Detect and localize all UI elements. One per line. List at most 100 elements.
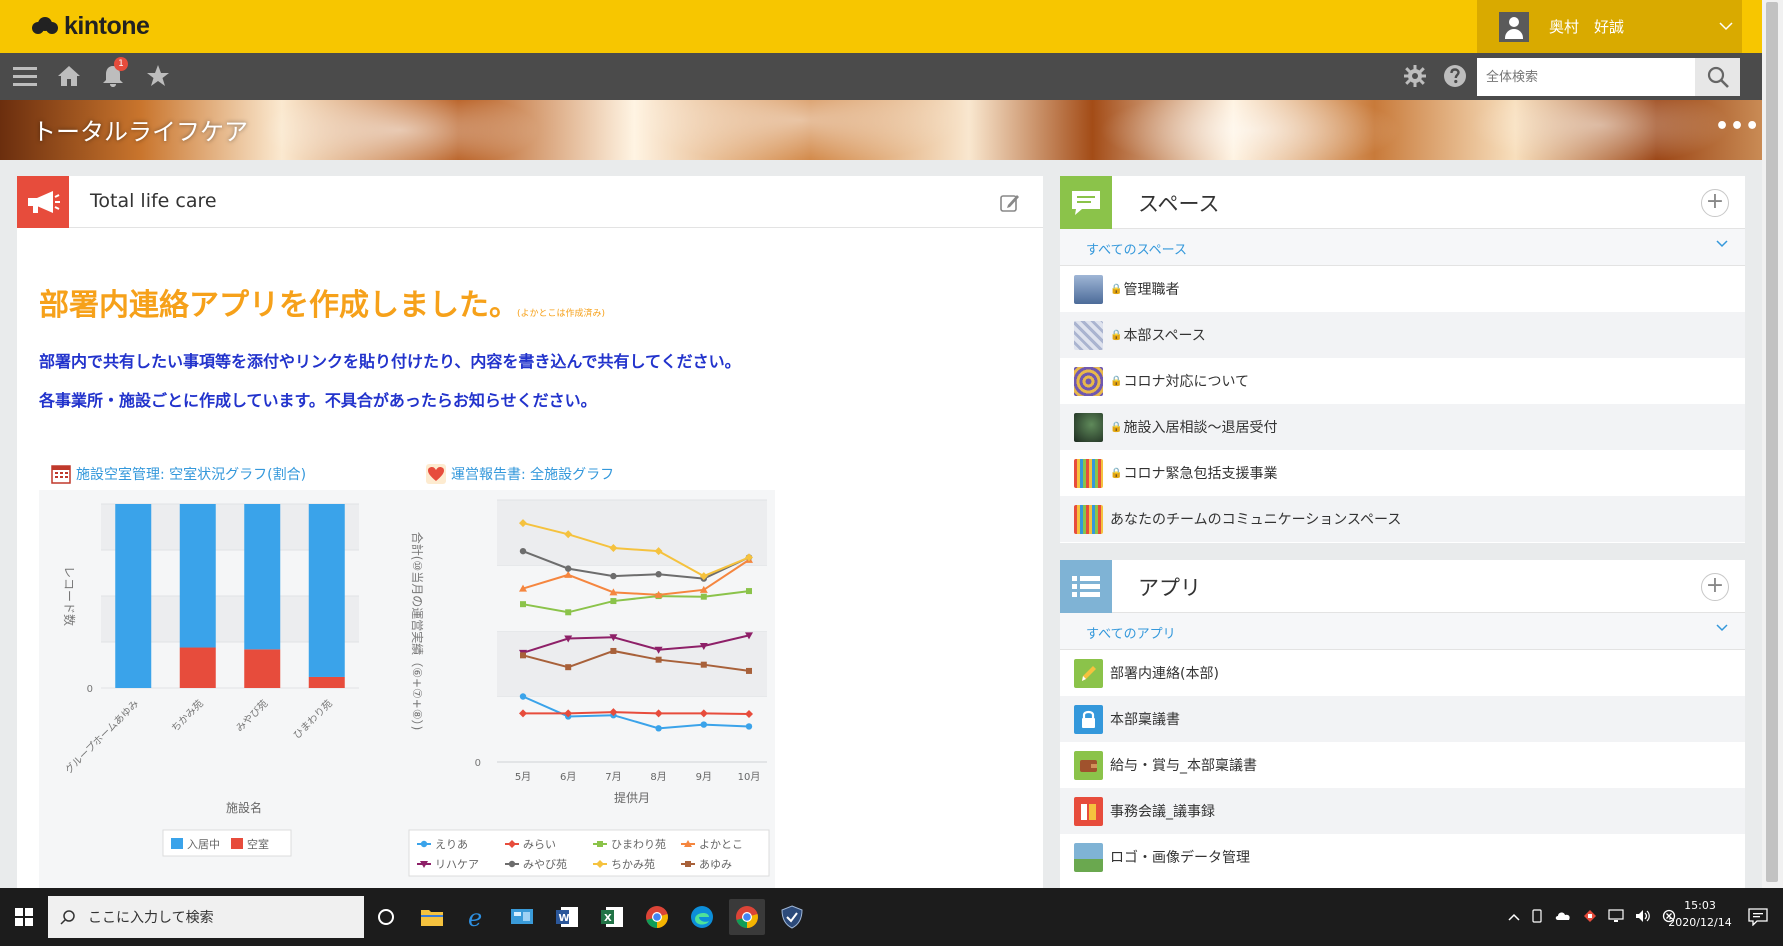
app-item[interactable]: 給与・賞与_本部稟議書	[1060, 742, 1745, 788]
space-title: トータルライフケア	[32, 118, 248, 146]
y-tick-label: 0	[87, 684, 93, 695]
y-axis-label: 合計(⑩当月の運営実績（⑥+⑦+⑧）)	[410, 532, 425, 731]
space-item[interactable]: あなたのチームのコミュニケーションスペース	[1060, 496, 1745, 542]
app-item-label: 給与・賞与_本部稟議書	[1110, 758, 1257, 774]
svg-text:e: e	[468, 905, 482, 929]
network-icon[interactable]	[1608, 908, 1624, 926]
space-options-button[interactable]: •••	[1715, 114, 1760, 139]
x-tick-label: 10月	[738, 771, 761, 783]
page: kintone 奥村 好誠 1 全体検索 トータルライフケア ••• Total…	[0, 0, 1783, 946]
legend-label: みらい	[523, 838, 556, 851]
legend-swatch	[171, 838, 183, 849]
user-menu[interactable]: 奥村 好誠	[1477, 0, 1742, 53]
taskbar-search-box[interactable]: ここに入力して検索	[48, 896, 364, 938]
spaces-filter-dropdown[interactable]: すべてのスペース	[1060, 229, 1745, 266]
data-point	[519, 693, 527, 700]
data-point	[520, 652, 526, 659]
chevron-down-icon	[1716, 621, 1728, 636]
legend-label: よかとこ	[699, 838, 743, 851]
space-thumbnail	[1074, 274, 1103, 304]
chrome-icon[interactable]	[729, 899, 765, 935]
notification-bell-icon[interactable]: 1	[98, 57, 128, 91]
data-point	[655, 656, 662, 663]
space-item[interactable]: 🔒 施設入居相談～退居受付	[1060, 404, 1745, 450]
apps-filter-dropdown[interactable]: すべてのアプリ	[1060, 613, 1745, 650]
home-icon[interactable]	[54, 61, 84, 91]
heart-app-icon	[426, 464, 446, 484]
spaces-portlet: スペース + すべてのスペース 🔒 管理職者 🔒 本部スペース 🔒 コロナ対応に…	[1060, 176, 1745, 543]
global-search-input[interactable]	[1477, 58, 1695, 96]
chrome-icon[interactable]	[639, 899, 675, 935]
search-button[interactable]	[1695, 58, 1740, 96]
onedrive-cloud-icon[interactable]	[1554, 910, 1572, 924]
app-item[interactable]: 事務会議_議事録	[1060, 788, 1745, 834]
bar-segment-vacant	[244, 649, 281, 688]
action-center-button[interactable]	[1740, 902, 1776, 932]
space-item[interactable]: 🔒 コロナ緊急包括支援事業	[1060, 450, 1745, 496]
edge-icon[interactable]	[684, 899, 720, 935]
volume-icon[interactable]	[1635, 909, 1651, 926]
kintone-logo[interactable]: kintone	[32, 10, 150, 42]
windows-start-button[interactable]	[0, 888, 48, 946]
app-tray-icon[interactable]	[1583, 909, 1597, 926]
space-thumbnail	[1074, 412, 1103, 442]
x-axis-label: 提供月	[614, 790, 650, 805]
add-space-button[interactable]: +	[1701, 189, 1729, 217]
file-explorer-icon[interactable]	[414, 899, 450, 935]
space-thumbnail	[1074, 504, 1103, 534]
chevron-up-icon[interactable]	[1508, 910, 1520, 924]
legend-marker	[508, 860, 516, 868]
data-point	[745, 723, 753, 730]
settings-gear-icon[interactable]	[1400, 61, 1430, 91]
app-item[interactable]: ロゴ・画像データ管理	[1060, 834, 1745, 880]
lock-icon	[1074, 704, 1103, 734]
data-point	[565, 565, 572, 572]
security-shield-icon[interactable]	[774, 899, 810, 935]
task-view-icon[interactable]	[368, 899, 404, 935]
clock-time: 15:03	[1684, 899, 1716, 912]
apps-portlet: アプリ + すべてのアプリ 部署内連絡(本部) 本部稟議書 給与・賞与_本部稟議…	[1060, 560, 1745, 888]
space-item[interactable]: 🔒 管理職者	[1060, 266, 1745, 312]
x-tick-label: ちかみ苑	[168, 697, 205, 734]
notice-body-line: 部署内で共有したい事項等を添付やリンクを貼り付けたり、内容を書き込んで共有してく…	[39, 352, 741, 371]
apps-header: アプリ +	[1060, 560, 1745, 613]
notice-title: Total life care	[90, 190, 217, 212]
space-item-label: 施設入居相談～退居受付	[1123, 420, 1278, 436]
app-item[interactable]: 本部稟議書	[1060, 696, 1745, 742]
excel-icon[interactable]: X	[594, 899, 630, 935]
space-item[interactable]: 🔒 本部スペース	[1060, 312, 1745, 358]
data-point	[610, 572, 617, 580]
space-item-label: コロナ緊急包括支援事業	[1123, 466, 1278, 482]
spaces-filter-label: すべてのスペース	[1086, 243, 1188, 258]
internet-explorer-icon[interactable]: e	[459, 899, 495, 935]
svg-text:X: X	[604, 913, 612, 924]
help-icon[interactable]	[1440, 61, 1470, 91]
apps-list: 部署内連絡(本部) 本部稟議書 給与・賞与_本部稟議書 事務会議_議事録 ロゴ・…	[1060, 650, 1745, 880]
legend-marker	[420, 840, 428, 848]
chevron-down-icon	[1719, 19, 1733, 35]
chat-bubble-icon	[1060, 176, 1112, 229]
app-item[interactable]: 部署内連絡(本部)	[1060, 650, 1745, 696]
data-point	[520, 601, 526, 608]
edit-icon[interactable]	[999, 192, 1021, 214]
space-item-label: あなたのチームのコミュニケーションスペース	[1110, 512, 1402, 528]
data-point	[746, 667, 752, 674]
x-tick-label: 9月	[696, 771, 712, 783]
scrollbar-thumb[interactable]	[1766, 2, 1778, 882]
legend-label: 入居中	[187, 838, 220, 851]
taskbar-clock[interactable]: 15:03 2020/12/14	[1660, 897, 1740, 931]
legend-swatch	[231, 838, 243, 849]
menu-icon[interactable]	[10, 61, 40, 91]
search-icon	[60, 910, 75, 925]
device-icon[interactable]	[1531, 908, 1543, 926]
word-icon[interactable]: W	[549, 899, 585, 935]
add-app-button[interactable]: +	[1701, 573, 1729, 601]
x-tick-label: グループホームあゆみ	[62, 697, 141, 776]
control-panel-icon[interactable]	[504, 899, 540, 935]
lock-icon: 🔒	[1110, 467, 1123, 479]
graph-link-operations[interactable]: 運営報告書: 全施設グラフ	[426, 464, 614, 484]
graph-link-vacancy[interactable]: 施設空室管理: 空室状況グラフ(割合)	[51, 464, 306, 484]
space-item[interactable]: 🔒 コロナ対応について	[1060, 358, 1745, 404]
favorites-star-icon[interactable]	[143, 61, 173, 91]
windows-taskbar: ここに入力して検索 e W X 15:03 2020/12/14	[0, 888, 1783, 946]
